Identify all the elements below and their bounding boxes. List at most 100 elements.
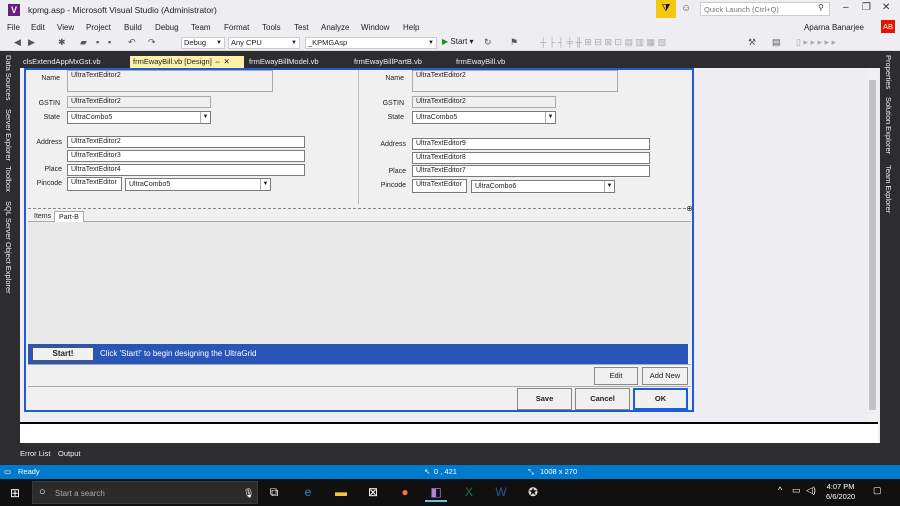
left-place-field[interactable]: UltraTextEditor4	[67, 164, 305, 176]
menu-edit[interactable]: Edit	[31, 23, 45, 32]
feedback-icon[interactable]: ☺	[681, 3, 691, 14]
app-icon[interactable]: ✪	[522, 483, 544, 502]
comment-tools-icon[interactable]: ▯ ▸ ▸ ▸ ▸ ▸	[796, 37, 836, 48]
firefox-icon[interactable]: ●	[394, 483, 416, 502]
ultragrid-area[interactable]	[28, 222, 691, 344]
tab-frmewaybill-code[interactable]: frmEwayBill.vb	[453, 56, 508, 68]
start-debugging-button[interactable]: ▶ Start ▾	[442, 37, 474, 46]
forward-icon[interactable]: ▶	[28, 37, 35, 48]
startup-project-select[interactable]: _KPMGAsp ▼	[305, 37, 437, 49]
tab-frmewaybillmodel[interactable]: frmEwayBillModel.vb	[246, 56, 322, 68]
minimize-button[interactable]: –	[843, 2, 849, 13]
taskbar-search-box[interactable]: ○ Start a search 🎙	[32, 481, 258, 504]
tab-clsextendappmxgst[interactable]: clsExtendAppMxGst.vb	[20, 56, 104, 68]
right-address1-field[interactable]: UltraTextEditor9	[412, 138, 650, 150]
left-pincode-combo[interactable]: UltraCombo5 ▼	[125, 178, 271, 191]
solution-platform-select[interactable]: Any CPU ▼	[228, 37, 300, 49]
tab-output[interactable]: Output	[58, 449, 81, 458]
menu-project[interactable]: Project	[86, 23, 111, 32]
add-new-button[interactable]: Add New	[642, 367, 688, 385]
left-gstin-field[interactable]: UltraTextEditor2	[67, 96, 211, 108]
search-icon[interactable]: ⚲	[818, 3, 824, 12]
right-place-field[interactable]: UltraTextEditor7	[412, 165, 650, 177]
right-name-field[interactable]: UltraTextEditor2	[412, 70, 618, 92]
chevron-down-icon[interactable]: ▼	[260, 179, 270, 190]
rail-properties[interactable]: Properties	[884, 55, 893, 89]
undo-icon[interactable]: ↶	[128, 37, 136, 48]
cancel-button[interactable]: Cancel	[575, 388, 630, 410]
menu-format[interactable]: Format	[224, 23, 249, 32]
right-address2-field[interactable]: UltraTextEditor8	[412, 152, 650, 164]
resize-handle-icon[interactable]: ⊕	[686, 204, 693, 213]
task-view-icon[interactable]: ⧉	[263, 483, 285, 502]
volume-icon[interactable]: ◁)	[806, 485, 816, 496]
solution-configuration-select[interactable]: Debug ▼	[181, 37, 225, 49]
menu-debug[interactable]: Debug	[155, 23, 179, 32]
tab-frmewaybillpartb[interactable]: frmEwayBillPartB.vb	[351, 56, 425, 68]
menu-build[interactable]: Build	[124, 23, 142, 32]
menu-test[interactable]: Test	[294, 23, 309, 32]
quick-launch-input[interactable]	[700, 2, 830, 16]
right-gstin-field[interactable]: UltraTextEditor2	[412, 96, 556, 108]
maximize-button[interactable]: ❐	[862, 2, 871, 13]
redo-icon[interactable]: ↷	[148, 37, 156, 48]
format-icon[interactable]: ⚒	[748, 37, 756, 48]
edge-icon[interactable]: e	[297, 483, 319, 502]
close-tab-icon[interactable]: ✕	[223, 57, 229, 66]
microphone-icon[interactable]: 🎙	[243, 488, 254, 499]
save-button[interactable]: Save	[517, 388, 572, 410]
notifications-filter-icon[interactable]: ⧩	[656, 0, 676, 18]
action-center-icon[interactable]: ▢	[873, 485, 882, 496]
save-icon[interactable]: ▪	[96, 37, 99, 47]
ok-button[interactable]: OK	[633, 388, 688, 410]
properties-icon[interactable]: ▤	[772, 37, 781, 48]
windows-start-icon[interactable]: ⊞	[10, 486, 20, 500]
new-project-icon[interactable]: ✱	[58, 37, 66, 48]
avatar[interactable]: AB	[881, 20, 895, 33]
right-pincode-combo[interactable]: UltraCombo6 ▼	[471, 180, 615, 193]
tab-frmewaybill-design[interactable]: frmEwayBill.vb [Design] ⇔ ✕	[130, 56, 244, 68]
layout-tools-icon[interactable]: ┼ ├ ┤ ╪ ╫ ⊞ ⊟ ⊠ ⊡ ▤ ▥ ▦ ▧	[540, 37, 666, 48]
back-icon[interactable]: ◀	[14, 37, 21, 48]
network-icon[interactable]: ▭	[792, 485, 801, 496]
menu-team[interactable]: Team	[191, 23, 211, 32]
refresh-icon[interactable]: ↻	[484, 37, 492, 48]
left-address1-field[interactable]: UltraTextEditor2	[67, 136, 305, 148]
designer-vertical-scrollbar[interactable]	[868, 68, 878, 422]
left-pincode-field[interactable]: UltraTextEditor	[67, 177, 122, 191]
tab-error-list[interactable]: Error List	[20, 449, 50, 458]
right-state-combo[interactable]: UltraCombo5 ▼	[412, 111, 556, 124]
tray-chevron-up-icon[interactable]: ^	[778, 485, 782, 495]
scrollbar-thumb[interactable]	[869, 80, 876, 410]
chevron-down-icon[interactable]: ▼	[200, 112, 210, 123]
close-button[interactable]: ✕	[882, 2, 890, 13]
visual-studio-taskbar-icon[interactable]: ◧	[425, 483, 447, 502]
word-icon[interactable]: W	[490, 483, 512, 502]
menu-help[interactable]: Help	[403, 23, 419, 32]
save-all-icon[interactable]: ▪	[108, 37, 111, 47]
chevron-down-icon[interactable]: ▼	[545, 112, 555, 123]
rail-server-explorer[interactable]: Server Explorer	[4, 109, 13, 161]
menu-file[interactable]: File	[7, 23, 20, 32]
rail-sql-server-object-explorer[interactable]: SQL Server Object Explorer	[4, 201, 13, 294]
chevron-down-icon[interactable]: ▼	[604, 181, 614, 192]
right-pincode-field[interactable]: UltraTextEditor	[412, 179, 467, 193]
menu-tools[interactable]: Tools	[262, 23, 281, 32]
menu-analyze[interactable]: Analyze	[321, 23, 349, 32]
rail-toolbox[interactable]: Toolbox	[4, 166, 13, 192]
pin-icon[interactable]: ⇔	[214, 57, 222, 66]
rail-team-explorer[interactable]: Team Explorer	[884, 165, 893, 213]
browser-link-icon[interactable]: ⚑	[510, 37, 518, 48]
ultragrid-start-button[interactable]: Start!	[32, 347, 94, 361]
open-file-icon[interactable]: ▰	[80, 37, 87, 48]
left-state-combo[interactable]: UltraCombo5 ▼	[67, 111, 211, 124]
rail-data-sources[interactable]: Data Sources	[4, 55, 13, 100]
form-window[interactable]: Name UltraTextEditor2 GSTIN UltraTextEdi…	[24, 68, 694, 412]
user-name[interactable]: Aparna Banarjee	[804, 23, 864, 32]
menu-window[interactable]: Window	[361, 23, 389, 32]
edit-button[interactable]: Edit	[594, 367, 638, 385]
store-icon[interactable]: ⊠	[362, 483, 384, 502]
left-name-field[interactable]: UltraTextEditor2	[67, 70, 273, 92]
menu-view[interactable]: View	[57, 23, 74, 32]
file-explorer-icon[interactable]: ▬	[330, 483, 352, 502]
